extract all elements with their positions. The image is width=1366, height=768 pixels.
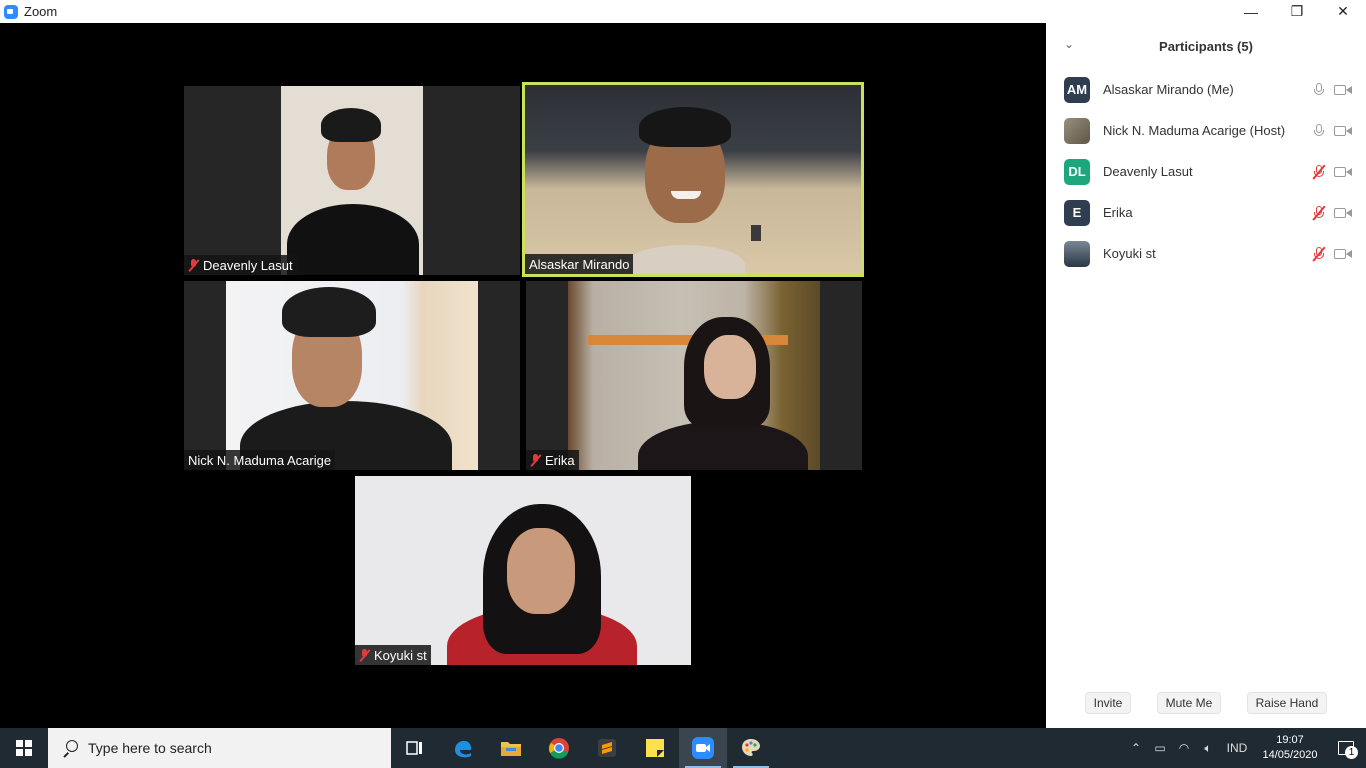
camera-icon	[1334, 248, 1352, 260]
folder-icon	[501, 742, 521, 756]
minimize-button[interactable]: —	[1228, 0, 1274, 23]
participant-name: Alsaskar Mirando	[529, 256, 630, 272]
microphone-muted-icon	[1312, 246, 1326, 262]
microphone-icon	[1312, 82, 1326, 98]
sublime-text-button[interactable]	[583, 728, 631, 768]
clock-time: 19:07	[1276, 734, 1304, 746]
participant-name: Koyuki st	[1103, 246, 1156, 261]
video-feed	[355, 476, 691, 665]
participant-row[interactable]: DL Deavenly Lasut	[1046, 151, 1366, 192]
mic-muted-icon	[530, 453, 541, 467]
edge-icon	[455, 740, 472, 758]
title-bar: Zoom — ❐ ✕	[0, 0, 1366, 23]
close-button[interactable]: ✕	[1320, 0, 1366, 23]
avatar: DL	[1064, 158, 1090, 185]
participant-name: Alsaskar Mirando (Me)	[1103, 82, 1234, 97]
microphone-icon	[1312, 123, 1326, 139]
search-icon	[62, 740, 78, 756]
avatar	[1064, 117, 1090, 144]
participants-title: Participants (5)	[1159, 38, 1253, 54]
system-tray: ⌃ ▭ ◠ 🔈︎ IND 19:07 14/05/2020 1	[1124, 728, 1366, 768]
edge-button[interactable]	[439, 728, 487, 768]
mic-muted-icon	[359, 648, 370, 662]
paint-button[interactable]	[727, 728, 775, 768]
camera-icon	[1334, 207, 1352, 219]
name-tag: Alsaskar Mirando	[525, 254, 634, 274]
sticky-notes-icon	[646, 739, 664, 757]
zoom-app-icon	[4, 4, 18, 19]
participants-header: ⌄ Participants (5)	[1046, 23, 1366, 69]
task-view-icon	[406, 741, 422, 755]
chrome-button[interactable]	[535, 728, 583, 768]
clock-date: 14/05/2020	[1262, 749, 1318, 761]
mute-me-button[interactable]: Mute Me	[1156, 692, 1222, 714]
paint-palette-icon	[742, 739, 760, 756]
file-explorer-button[interactable]	[487, 728, 535, 768]
participant-row[interactable]: AM Alsaskar Mirando (Me)	[1046, 69, 1366, 110]
language-indicator[interactable]: IND	[1220, 741, 1254, 755]
participant-name: Nick N. Maduma Acarige	[188, 452, 332, 468]
windows-logo-icon	[16, 740, 32, 756]
task-view-button[interactable]	[391, 728, 439, 768]
taskbar-search[interactable]: Type here to search	[48, 728, 391, 768]
microphone-muted-icon	[1312, 164, 1326, 180]
participant-name: Erika	[1103, 205, 1133, 220]
search-input[interactable]: Type here to search	[88, 740, 212, 756]
participant-row[interactable]: Koyuki st	[1046, 233, 1366, 274]
camera-icon	[1334, 125, 1352, 137]
participant-row[interactable]: E Erika	[1046, 192, 1366, 233]
video-gallery: Deavenly Lasut Alsaskar Mirando Nick N. …	[0, 23, 1046, 728]
video-tile-erika[interactable]: Erika	[526, 281, 862, 470]
notification-badge: 1	[1345, 746, 1358, 759]
avatar: E	[1064, 199, 1090, 226]
restore-button[interactable]: ❐	[1274, 0, 1320, 23]
participant-name: Koyuki st	[374, 647, 427, 663]
video-tile-deavenly[interactable]: Deavenly Lasut	[184, 86, 520, 275]
participant-name: Nick N. Maduma Acarige (Host)	[1103, 123, 1286, 138]
video-feed	[281, 86, 423, 275]
zoom-taskbar-button[interactable]	[679, 728, 727, 768]
sublime-icon	[598, 739, 616, 757]
taskbar: Type here to search ⌃ ▭ ◠ 🔈︎ IND 19:07 1…	[0, 728, 1366, 768]
sticky-notes-button[interactable]	[631, 728, 679, 768]
microphone-muted-icon	[1312, 205, 1326, 221]
window-title: Zoom	[24, 4, 58, 19]
battery-icon[interactable]: ▭	[1148, 741, 1172, 755]
name-tag: Deavenly Lasut	[184, 255, 297, 275]
name-tag: Koyuki st	[355, 645, 431, 665]
name-tag: Erika	[526, 450, 579, 470]
action-center-button[interactable]: 1	[1326, 728, 1366, 768]
window-controls: — ❐ ✕	[1228, 0, 1366, 23]
avatar	[1064, 240, 1090, 267]
wifi-icon[interactable]: ◠	[1172, 741, 1196, 755]
video-tile-koyuki[interactable]: Koyuki st	[355, 476, 691, 665]
chrome-icon	[549, 738, 569, 759]
name-tag: Nick N. Maduma Acarige	[184, 450, 336, 470]
participant-row[interactable]: Nick N. Maduma Acarige (Host)	[1046, 110, 1366, 151]
camera-icon	[1334, 84, 1352, 96]
participants-panel: ⌄ Participants (5) AM Alsaskar Mirando (…	[1046, 23, 1366, 728]
chevron-down-icon[interactable]: ⌄	[1064, 37, 1074, 51]
invite-button[interactable]: Invite	[1084, 692, 1132, 714]
chevron-up-icon[interactable]: ⌃	[1124, 741, 1148, 755]
video-feed	[525, 85, 861, 274]
avatar: AM	[1064, 76, 1090, 103]
video-feed	[568, 281, 820, 470]
camera-icon	[1334, 166, 1352, 178]
participant-name: Deavenly Lasut	[1103, 164, 1193, 179]
video-feed	[226, 281, 478, 470]
video-tile-nick[interactable]: Nick N. Maduma Acarige	[184, 281, 520, 470]
participant-name: Deavenly Lasut	[203, 257, 293, 273]
mic-muted-icon	[188, 258, 199, 272]
video-tile-alsaskar[interactable]: Alsaskar Mirando	[522, 82, 864, 277]
participants-footer: Invite Mute Me Raise Hand	[1046, 692, 1366, 714]
raise-hand-button[interactable]: Raise Hand	[1246, 692, 1328, 714]
volume-icon[interactable]: 🔈︎	[1196, 741, 1220, 756]
start-button[interactable]	[0, 728, 48, 768]
participant-name: Erika	[545, 452, 575, 468]
zoom-icon	[692, 737, 714, 759]
clock[interactable]: 19:07 14/05/2020	[1254, 733, 1326, 763]
